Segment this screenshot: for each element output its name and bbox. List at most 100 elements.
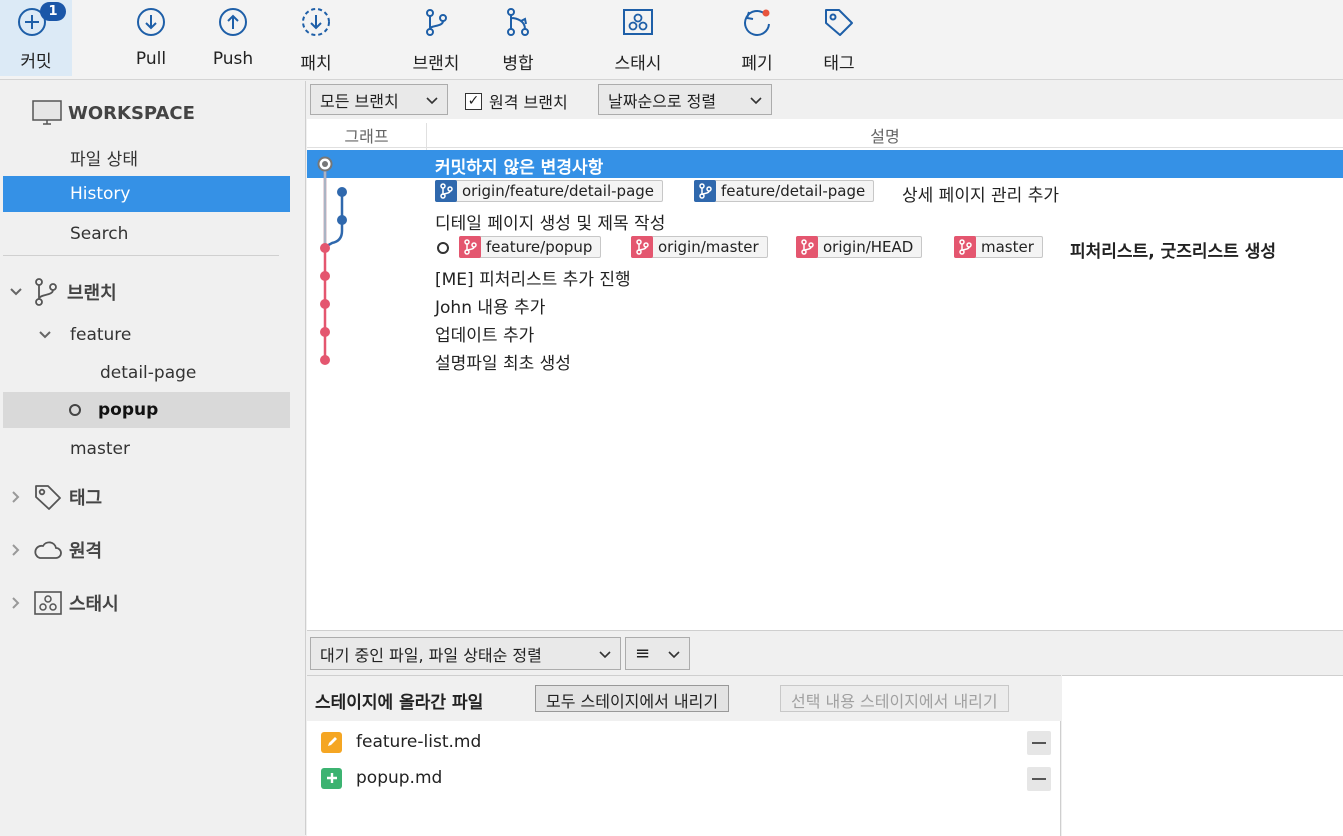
graph-node[interactable] — [320, 299, 330, 309]
file-name: popup.md — [356, 768, 443, 788]
graph-node[interactable] — [320, 327, 330, 337]
sort-dropdown[interactable]: 날짜순으로 정렬 — [598, 84, 772, 115]
view-mode-dropdown[interactable]: ≡ — [625, 637, 690, 670]
sidebar-item-search[interactable]: Search — [3, 216, 290, 252]
description-column-header[interactable]: 설명 — [427, 123, 1343, 147]
commit-row[interactable]: 디테일 페이지 생성 및 제목 작성 — [307, 206, 1343, 234]
graph-node[interactable] — [320, 355, 330, 365]
toolbar: 1 커밋 Pull Push 패치 브랜치 병합 스태시 폐기 태그 — [0, 0, 1343, 80]
remotes-label: 원격 — [69, 541, 103, 562]
remote-branches-toggle[interactable]: ✓ 원격 브랜치 — [465, 89, 568, 113]
sidebar-item-history[interactable]: History — [3, 176, 290, 212]
column-header: 그래프 설명 — [307, 119, 1343, 152]
sidebar-remotes-header[interactable]: 원격 — [3, 532, 290, 568]
branch-icon — [694, 179, 716, 202]
tag-button[interactable]: 태그 — [812, 0, 866, 76]
branch-icon — [426, 9, 447, 36]
unstage-file-button[interactable] — [1027, 731, 1051, 755]
branch-label-text: origin/feature/detail-page — [462, 182, 655, 200]
sidebar-tags-header[interactable]: 태그 — [3, 479, 290, 515]
chevron-down-icon — [750, 97, 762, 105]
staged-files-header: 스테이지에 올라간 파일 모두 스테이지에서 내리기 선택 내용 스테이지에서 … — [307, 675, 1061, 721]
graph-node[interactable] — [320, 271, 330, 281]
chevron-right-icon — [12, 544, 20, 556]
commit-description: 업데이트 추가 — [435, 326, 535, 346]
stash-icon — [34, 591, 62, 615]
branch-icon — [459, 235, 481, 258]
sidebar-item-popup[interactable]: popup — [3, 392, 290, 428]
merge-icon — [507, 8, 529, 36]
push-label: Push — [212, 49, 254, 69]
commit-description: [ME] 피처리스트 추가 진행 — [435, 270, 631, 290]
commit-description: 피처리스트, 굿즈리스트 생성 — [1070, 242, 1276, 262]
sidebar-workspace-header: WORKSPACE — [3, 95, 290, 131]
commit-description: 디테일 페이지 생성 및 제목 작성 — [435, 214, 666, 234]
stash-icon — [623, 9, 653, 35]
graph-node[interactable] — [337, 215, 347, 225]
commit-label: 커밋 — [20, 52, 52, 72]
branch-label-origin-master[interactable]: origin/master — [631, 235, 768, 258]
file-status-label: 파일 상태 — [70, 149, 138, 170]
file-row[interactable]: popup.md — [321, 764, 442, 792]
history-panel: 모든 브랜치 ✓ 원격 브랜치 날짜순으로 정렬 그래프 설명 커밋하지 않은 … — [307, 81, 1343, 630]
remote-branches-checkbox[interactable]: ✓ — [465, 92, 482, 110]
branch-label-origin-head[interactable]: origin/HEAD — [796, 235, 923, 258]
branch-label-text: feature/detail-page — [721, 182, 866, 200]
branch-icon — [796, 235, 818, 258]
branch-icon — [35, 278, 57, 306]
file-sort-value: 대기 중인 파일, 파일 상태순 정렬 — [320, 645, 542, 665]
branch-label-origin-feature-detail-page[interactable]: origin/feature/detail-page — [435, 179, 664, 202]
sidebar: WORKSPACE 파일 상태 History Search 브랜치 featu… — [0, 81, 306, 835]
added-icon — [321, 767, 342, 789]
stash-button[interactable]: 스태시 — [606, 0, 670, 76]
graph-node[interactable] — [337, 187, 347, 197]
list-view-icon: ≡ — [635, 643, 651, 664]
push-button[interactable]: Push — [204, 0, 262, 76]
commit-row[interactable]: 설명파일 최초 생성 — [307, 346, 1343, 374]
commit-row[interactable]: 업데이트 추가 — [307, 318, 1343, 346]
branch-label-feature-detail-page[interactable]: feature/detail-page — [694, 179, 875, 202]
master-label: master — [70, 439, 130, 459]
graph-node[interactable] — [320, 243, 330, 253]
sidebar-item-master[interactable]: master — [3, 431, 290, 467]
branch-label-feature-popup[interactable]: feature/popup — [459, 235, 602, 258]
sidebar-item-file-status[interactable]: 파일 상태 — [3, 139, 290, 175]
chevron-down-icon — [668, 651, 680, 659]
stash-label: 스태시 — [614, 54, 662, 74]
workspace-label: WORKSPACE — [68, 102, 195, 124]
patch-button[interactable]: 패치 — [287, 0, 345, 76]
head-indicator-icon — [437, 242, 449, 254]
discard-button[interactable]: 폐기 — [730, 0, 784, 76]
file-row[interactable]: feature-list.md — [321, 728, 481, 756]
discard-icon — [744, 9, 770, 36]
commit-row-head[interactable]: feature/popup origin/master origin/HEAD … — [307, 234, 1343, 262]
commit-row[interactable]: [ME] 피처리스트 추가 진행 — [307, 262, 1343, 290]
sidebar-branches-header[interactable]: 브랜치 — [3, 274, 290, 310]
file-sort-dropdown[interactable]: 대기 중인 파일, 파일 상태순 정렬 — [310, 637, 621, 670]
commit-button[interactable]: 1 커밋 — [0, 0, 72, 76]
sidebar-stashes-header[interactable]: 스태시 — [3, 585, 290, 621]
feature-label: feature — [70, 325, 132, 345]
commit-description: 설명파일 최초 생성 — [435, 354, 571, 374]
current-branch-icon — [69, 404, 81, 416]
detail-page-label: detail-page — [100, 363, 197, 383]
sidebar-item-detail-page[interactable]: detail-page — [3, 355, 290, 391]
branch-button[interactable]: 브랜치 — [405, 0, 467, 76]
pull-label: Pull — [135, 49, 167, 69]
branch-label-master[interactable]: master — [954, 235, 1043, 258]
sidebar-item-feature-folder[interactable]: feature — [3, 317, 290, 353]
unstage-all-button[interactable]: 모두 스테이지에서 내리기 — [535, 685, 730, 712]
commit-row[interactable]: John 내용 추가 — [307, 290, 1343, 318]
unstage-selected-button[interactable]: 선택 내용 스테이지에서 내리기 — [780, 685, 1009, 712]
unstage-file-button[interactable] — [1027, 767, 1051, 791]
chevron-right-icon — [12, 491, 20, 503]
popup-label: popup — [98, 400, 159, 420]
pull-button[interactable]: Pull — [122, 0, 180, 76]
chevron-right-icon — [12, 597, 20, 609]
commit-row[interactable]: origin/feature/detail-page feature/detai… — [307, 178, 1343, 206]
filter-bar: 모든 브랜치 ✓ 원격 브랜치 날짜순으로 정렬 — [307, 81, 1343, 119]
commit-row-uncommitted[interactable]: 커밋하지 않은 변경사항 — [307, 150, 1343, 178]
branch-icon — [954, 235, 976, 258]
merge-button[interactable]: 병합 — [490, 0, 546, 76]
tag-icon — [35, 485, 61, 510]
